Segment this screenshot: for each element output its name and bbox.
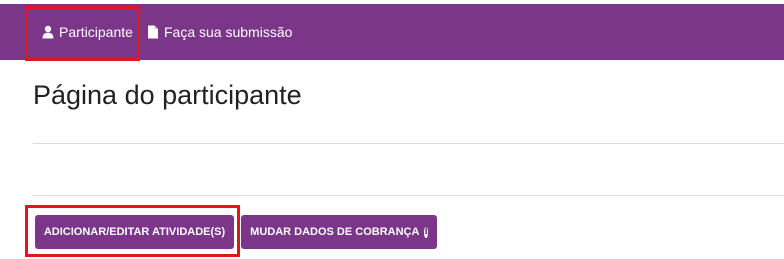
highlight-box-participante	[25, 6, 140, 61]
change-billing-label: MUDAR DADOS DE COBRANÇA	[250, 226, 420, 238]
page-title: Página do participante	[33, 80, 302, 110]
highlight-box-add-edit	[25, 205, 240, 257]
divider	[33, 143, 784, 144]
divider	[33, 195, 784, 196]
file-icon	[148, 25, 158, 39]
change-billing-button[interactable]: MUDAR DADOS DE COBRANÇA i	[241, 215, 437, 249]
nav-submissao-label: Faça sua submissão	[164, 24, 293, 40]
info-icon: i	[424, 226, 428, 238]
nav-submissao[interactable]: Faça sua submissão	[147, 20, 292, 44]
